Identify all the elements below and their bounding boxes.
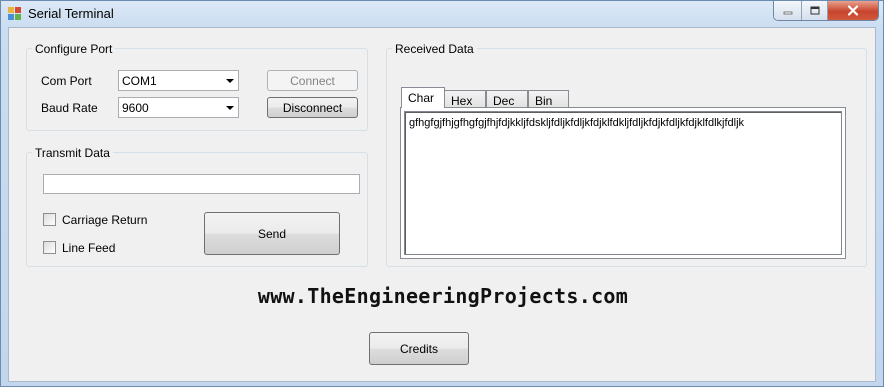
com-port-select[interactable]: COM1 [118,70,239,91]
credits-button[interactable]: Credits [369,332,469,365]
com-port-label: Com Port [41,74,92,88]
app-icon [8,7,22,21]
tab-bin[interactable]: Bin [528,90,569,108]
close-button[interactable] [828,1,878,20]
window-title: Serial Terminal [28,6,114,21]
maximize-icon [810,6,819,14]
carriage-return-label: Carriage Return [62,213,148,227]
transmit-data-title: Transmit Data [32,146,113,160]
configure-port-group: Configure Port Com Port COM1 Baud Rate 9… [26,42,368,131]
com-port-value: COM1 [122,74,157,88]
tab-char[interactable]: Char [401,87,445,108]
carriage-return-checkbox[interactable] [43,213,56,226]
minimize-button[interactable] [774,1,802,20]
close-icon [847,5,859,16]
tab-hex[interactable]: Hex [444,90,486,108]
caption-buttons [773,1,879,21]
tab-page-char: gfhgfgjfhjgfhgfgjfhjfdjkkljfdskljfdljkfd… [400,107,846,259]
baud-rate-label: Baud Rate [41,101,98,115]
send-button[interactable]: Send [204,212,340,255]
connect-button[interactable]: Connect [267,70,358,91]
website-label: www.TheEngineeringProjects.com [257,284,629,308]
line-feed-checkbox[interactable] [43,241,56,254]
client-area: Configure Port Com Port COM1 Baud Rate 9… [8,27,876,382]
configure-port-title: Configure Port [32,42,116,56]
tab-dec[interactable]: Dec [486,90,528,108]
received-text: gfhgfgjfhjgfhgfgjfhjfdjkkljfdskljfdljkfd… [409,117,745,129]
title-bar[interactable]: Serial Terminal [1,1,883,27]
baud-rate-select[interactable]: 9600 [118,97,239,118]
disconnect-button[interactable]: Disconnect [267,97,358,118]
chevron-down-icon [226,106,234,110]
baud-rate-value: 9600 [122,101,149,115]
minimize-icon [783,11,792,14]
maximize-button[interactable] [802,1,828,20]
app-window: Serial Terminal Configure Port Com Port … [0,0,884,387]
chevron-down-icon [226,79,234,83]
received-textbox[interactable]: gfhgfgjfhjgfhgfgjfhjfdjkkljfdskljfdljkfd… [404,111,842,255]
received-data-title: Received Data [392,42,477,56]
line-feed-label: Line Feed [62,241,116,255]
transmit-data-group: Transmit Data Carriage Return Line Feed … [26,146,368,267]
transmit-input[interactable] [43,174,360,194]
